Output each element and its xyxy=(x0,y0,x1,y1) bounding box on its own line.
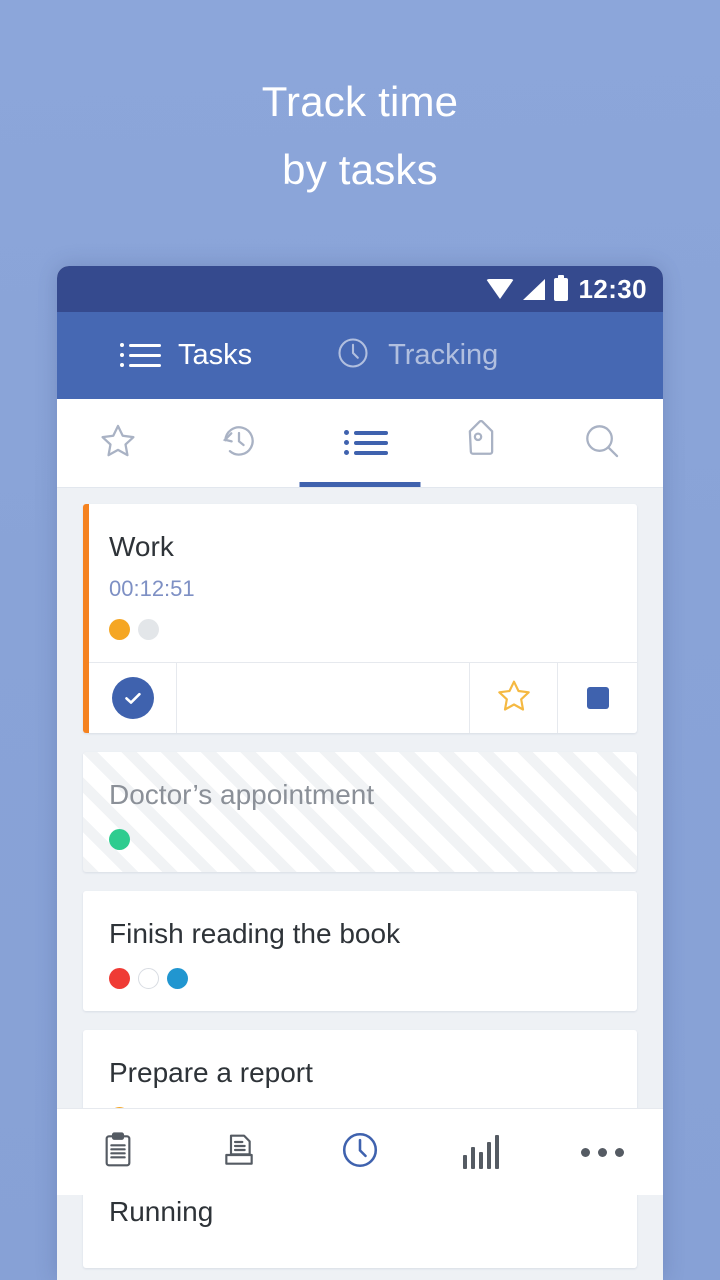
bottom-nav-item-more[interactable] xyxy=(542,1147,663,1157)
task-dot xyxy=(167,968,188,989)
tab-bar xyxy=(57,399,663,488)
task-color-dots xyxy=(109,619,637,640)
star-icon xyxy=(494,676,534,721)
task-title: Work xyxy=(109,531,174,562)
app-bar-tab-tasks-label: Tasks xyxy=(178,339,253,371)
wifi-icon xyxy=(485,279,514,299)
bottom-nav-item-clipboard[interactable] xyxy=(57,1130,178,1175)
tab-favorites[interactable] xyxy=(57,399,178,487)
task-dot xyxy=(109,968,130,989)
stop-timer-button[interactable] xyxy=(558,663,637,733)
task-action-row xyxy=(89,662,637,733)
history-icon xyxy=(218,420,260,467)
clock-icon xyxy=(338,1128,382,1177)
status-bar: 12:30 xyxy=(57,266,663,312)
app-bar-tab-tracking-label: Tracking xyxy=(388,339,499,371)
task-title: Prepare a report xyxy=(109,1057,313,1088)
list-icon xyxy=(343,430,388,455)
clock-icon xyxy=(335,335,371,376)
inbox-document-icon xyxy=(219,1130,259,1175)
search-icon xyxy=(581,420,623,467)
tab-history[interactable] xyxy=(178,399,299,487)
task-card-finish-reading-the-book[interactable]: Finish reading the book xyxy=(83,891,637,1011)
stop-square-icon xyxy=(586,687,609,709)
app-bar-tab-tasks[interactable]: Tasks xyxy=(57,312,252,399)
task-card-body: Finish reading the book xyxy=(83,891,637,1011)
task-title: Running xyxy=(109,1196,214,1227)
promo-headline-line-1: Track time xyxy=(261,78,459,125)
battery-icon xyxy=(553,274,568,301)
promo-screenshot: Track time by tasks 12:30 Tasks Tracking… xyxy=(0,0,720,1280)
signal-icon xyxy=(522,278,545,300)
bar-chart-icon xyxy=(463,1135,500,1169)
tag-icon xyxy=(460,419,502,467)
task-action-spacer xyxy=(177,663,470,733)
complete-task-button[interactable] xyxy=(89,663,177,733)
bottom-nav xyxy=(57,1108,663,1195)
task-dot xyxy=(138,968,159,989)
task-title: Finish reading the book xyxy=(109,918,401,949)
task-dot xyxy=(138,619,159,640)
status-bar-clock: 12:30 xyxy=(578,273,647,304)
status-bar-icons xyxy=(485,274,568,301)
tab-tags[interactable] xyxy=(421,399,542,487)
more-horizontal-icon xyxy=(580,1147,624,1157)
check-circle-icon xyxy=(111,677,154,719)
clipboard-icon xyxy=(98,1130,138,1175)
app-bar-tab-tracking[interactable]: Tracking xyxy=(252,312,498,399)
task-card-body: Doctor’s appointment xyxy=(83,752,637,872)
task-title: Doctor’s appointment xyxy=(109,779,375,810)
task-timer: 00:12:51 xyxy=(109,576,195,601)
promo-headline: Track time by tasks xyxy=(0,68,720,204)
list-icon xyxy=(120,343,161,367)
bottom-nav-item-reports[interactable] xyxy=(421,1135,542,1169)
task-color-dots xyxy=(109,829,637,850)
task-dot xyxy=(109,829,130,850)
task-card-doctors-appointment[interactable]: Doctor’s appointment xyxy=(83,752,637,872)
bottom-nav-item-documents[interactable] xyxy=(178,1130,299,1175)
task-color-dots xyxy=(109,968,637,989)
tab-all-tasks[interactable] xyxy=(299,399,421,487)
promo-headline-line-2: by tasks xyxy=(282,146,438,193)
star-icon xyxy=(97,420,139,467)
tab-active-indicator xyxy=(299,482,421,487)
task-card-body: Work 00:12:51 xyxy=(83,504,637,662)
task-list[interactable]: Work 00:12:51 Doctor’s appointment Finis… xyxy=(57,488,663,1268)
phone-mockup: 12:30 Tasks Tracking Work 00:12:51 Docto… xyxy=(57,266,663,1280)
app-bar: Tasks Tracking xyxy=(57,312,663,399)
tab-search[interactable] xyxy=(542,399,663,487)
task-dot xyxy=(109,619,130,640)
favorite-task-button[interactable] xyxy=(470,663,558,733)
task-card-work[interactable]: Work 00:12:51 xyxy=(83,504,637,733)
bottom-nav-item-timer[interactable] xyxy=(299,1128,420,1177)
